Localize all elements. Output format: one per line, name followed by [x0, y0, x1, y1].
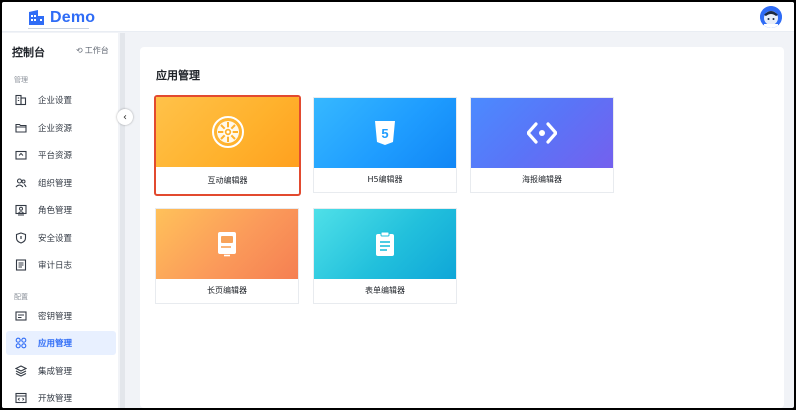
sidebar-item-label: 企业设置 [38, 96, 73, 106]
sidebar-item-label: 密钥管理 [38, 312, 73, 322]
workbench-switch[interactable]: ⟲ 工作台 [76, 45, 109, 56]
main-panel: 应用管理 互动编辑器 5 H5编辑器 海报编辑器 长页编辑器 表单编辑器 [140, 47, 784, 408]
users-icon [15, 177, 27, 189]
app-card-interactive-editor[interactable]: 互动编辑器 [154, 95, 301, 196]
console-title: 控制台 [12, 46, 45, 59]
logo-text: Demo [50, 9, 96, 26]
svg-text:5: 5 [381, 126, 388, 141]
sidebar-item-label: 集成管理 [38, 367, 73, 377]
group-label-config: 配置 [14, 293, 28, 301]
building-icon [15, 94, 27, 106]
collapse-sidebar-button[interactable]: ‹ [117, 109, 133, 125]
sidebar-item-roles[interactable]: 角色管理 [6, 198, 116, 222]
workbench-label: 工作台 [84, 46, 109, 55]
code-brackets-icon [527, 122, 557, 144]
card-label: 长页编辑器 [207, 285, 247, 295]
avatar[interactable] [760, 6, 782, 28]
sidebar-item-audit-log[interactable]: 审计日志 [6, 253, 116, 277]
sidebar-item-keys[interactable]: 密钥管理 [6, 304, 116, 328]
sidebar-scrollbar[interactable] [120, 33, 125, 408]
sidebar-item-organization[interactable]: 组织管理 [6, 171, 116, 195]
sidebar-item-label: 企业资源 [38, 124, 73, 134]
app-card-poster-editor[interactable]: 海报编辑器 [470, 97, 614, 193]
document-icon [218, 232, 236, 257]
logo-building-icon [29, 10, 44, 25]
id-card-icon [15, 204, 27, 216]
layers-icon [15, 365, 27, 377]
card-label: H5编辑器 [367, 174, 403, 184]
sidebar-item-enterprise-resources[interactable]: 企业资源 [6, 116, 116, 140]
card-art [314, 209, 456, 279]
app-window: Demo 控制台 ⟲ 工作台 管理 企业设置 企业资源 平台资源 组织管理 角色… [2, 2, 794, 408]
refresh-icon: ⟲ [76, 46, 83, 55]
sidebar-item-label: 应用管理 [38, 339, 73, 349]
card-art [156, 209, 298, 279]
html5-icon: 5 [375, 121, 395, 145]
sidebar-item-label: 平台资源 [38, 151, 73, 161]
card-art [156, 97, 299, 167]
sidebar-item-label: 开放管理 [38, 394, 73, 404]
card-art [471, 98, 613, 168]
group-label-manage: 管理 [14, 76, 28, 84]
sidebar-item-label: 审计日志 [38, 261, 73, 271]
card-label: 表单编辑器 [365, 285, 405, 295]
logo[interactable]: Demo [28, 8, 96, 29]
app-card-longpage-editor[interactable]: 长页编辑器 [155, 208, 299, 304]
apps-icon [15, 337, 27, 349]
sidebar: 控制台 ⟲ 工作台 管理 企业设置 企业资源 平台资源 组织管理 角色管理 安全… [2, 33, 118, 408]
clipboard-icon [376, 231, 394, 256]
sidebar-item-label: 安全设置 [38, 234, 73, 244]
sidebar-item-open-platform[interactable]: 开放管理 [6, 386, 116, 408]
page-title: 应用管理 [156, 69, 200, 82]
folder-icon [15, 122, 27, 134]
folder-upload-icon [15, 149, 27, 161]
card-label: 互动编辑器 [207, 175, 248, 185]
card-label: 海报编辑器 [522, 174, 562, 184]
wheel-icon [211, 115, 244, 148]
chevron-left-icon: ‹ [123, 111, 127, 123]
sidebar-item-label: 组织管理 [38, 179, 73, 189]
card-art: 5 [314, 98, 456, 168]
sidebar-item-label: 角色管理 [38, 206, 73, 216]
shield-icon [15, 232, 27, 244]
top-bar: Demo [2, 2, 794, 32]
app-card-h5-editor[interactable]: 5 H5编辑器 [313, 97, 457, 193]
sidebar-item-platform-resources[interactable]: 平台资源 [6, 143, 116, 167]
sidebar-item-integration[interactable]: 集成管理 [6, 359, 116, 383]
sidebar-item-enterprise-settings[interactable]: 企业设置 [6, 88, 116, 112]
logo-underline [28, 28, 89, 29]
sidebar-item-app-management[interactable]: 应用管理 [6, 331, 116, 355]
sidebar-item-security[interactable]: 安全设置 [6, 226, 116, 250]
log-icon [15, 259, 27, 271]
app-card-form-editor[interactable]: 表单编辑器 [313, 208, 457, 304]
code-icon [15, 392, 27, 404]
user-avatar-icon [760, 6, 782, 28]
key-icon [15, 310, 27, 322]
